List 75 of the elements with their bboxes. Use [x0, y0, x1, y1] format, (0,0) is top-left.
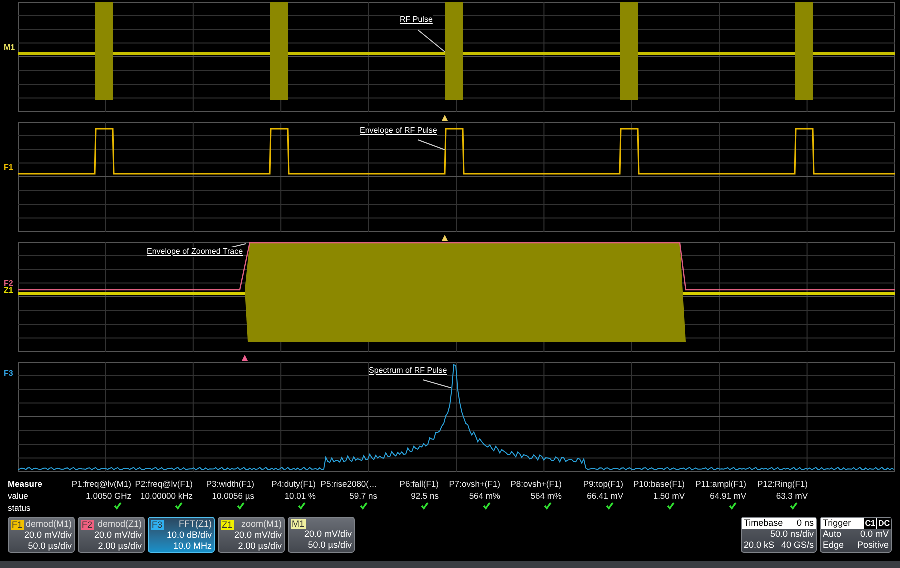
sample-rate: 40 GS/s — [781, 540, 814, 551]
trigger-type: Edge — [823, 540, 844, 551]
descriptor-scale: 10.0 dB/div — [166, 530, 212, 541]
measure-value: 66.41 mV — [586, 490, 624, 502]
measure-value: 1.0050 GHz — [85, 490, 132, 502]
leader-line — [422, 380, 452, 388]
measure-name: P10:base(F1) — [632, 478, 685, 490]
trigger-label: Trigger — [823, 518, 852, 529]
descriptor-title: demod(Z1) — [98, 519, 142, 530]
trace-annotation: Envelope of Zoomed Trace — [147, 247, 244, 257]
descriptor-scale: 20.0 mV/div — [233, 530, 282, 541]
descriptor-title: zoom(M1) — [241, 519, 282, 530]
descriptor-time: 2.00 µs/div — [237, 541, 282, 552]
channel-descriptor[interactable]: F3 FFT(Z1) 10.0 dB/div 10.0 MHz — [148, 517, 215, 553]
descriptor-time: 50.0 µs/div — [27, 541, 72, 552]
measure-row-label: status — [8, 502, 32, 514]
channel-tag: F2 — [81, 520, 94, 530]
timebase-rate: 50.0 ns/div — [769, 529, 815, 540]
trigger-mode: Auto — [823, 529, 842, 540]
trace-annotation: RF Pulse — [400, 15, 433, 25]
measure-name: P5:rise2080(… — [320, 478, 378, 490]
channel-tag: F1 — [11, 520, 24, 530]
channel-descriptor[interactable]: F1 demod(M1) 20.0 mV/div 50.0 µs/div — [8, 517, 75, 553]
measure-name: P6:fall(F1) — [398, 478, 439, 490]
timebase-delay: 0 ns — [796, 518, 814, 529]
trigger-tag: C1 — [864, 518, 876, 529]
descriptor-title: FFT(Z1) — [179, 519, 212, 530]
channel-descriptor[interactable]: F2 demod(Z1) 20.0 mV/div 2.00 µs/div — [78, 517, 145, 553]
measure-row-label: value — [8, 490, 30, 502]
measure-name: P11:ampl(F1) — [694, 478, 746, 490]
channel-descriptor[interactable]: Z1 zoom(M1) 20.0 mV/div 2.00 µs/div — [218, 517, 285, 553]
channel-tag: F3 — [151, 520, 164, 530]
measure-name: P4:duty(F1) — [270, 478, 316, 490]
measure-name: P7:ovsh+(F1) — [448, 478, 500, 490]
timebase-label: Timebase — [744, 518, 784, 529]
measure-value: 564 m% — [468, 490, 500, 502]
channel-label: F1 — [4, 164, 14, 172]
measure-name: P1:freq@lv(M1) — [70, 478, 132, 490]
measure-value: 1.50 mV — [652, 490, 685, 502]
channel-tag: Z1 — [221, 520, 234, 530]
measure-value: 92.5 ns — [410, 490, 439, 502]
measure-name: P3:width(F1) — [205, 478, 254, 490]
channel-descriptor[interactable]: M1 20.0 mV/div 50.0 µs/div — [288, 517, 355, 553]
measure-row-label: Measure — [8, 478, 44, 490]
descriptor-time: 10.0 MHz — [172, 541, 212, 552]
descriptor-time: 50.0 µs/div — [307, 540, 352, 551]
trigger-slope: Positive — [857, 540, 889, 551]
descriptor-title: demod(M1) — [26, 519, 72, 530]
trigger-level: 0.0 mV — [860, 529, 889, 540]
measure-name: P8:ovsh+(F1) — [510, 478, 562, 490]
descriptor-scale: 20.0 mV/div — [93, 530, 142, 541]
measure-value: 564 m% — [530, 490, 562, 502]
measure-value: 64.91 mV — [709, 490, 746, 502]
channel-tag: M1 — [291, 519, 306, 529]
descriptor-time: 2.00 µs/div — [97, 541, 142, 552]
trace-annotation: Spectrum of RF Pulse — [369, 366, 448, 376]
channel-label: F2 — [4, 280, 14, 288]
descriptor-scale: 20.0 mV/div — [23, 530, 72, 541]
leader-line — [418, 140, 446, 150]
channel-label: F3 — [4, 370, 14, 378]
measure-value: 10.01 % — [284, 490, 316, 502]
measure-name: P12:Ring(F1) — [756, 478, 808, 490]
measure-name: P9:top(F1) — [582, 478, 624, 490]
measure-value: 10.00000 kHz — [140, 490, 193, 502]
measure-value: 10.0056 µs — [211, 490, 254, 502]
channel-label: M1 — [4, 44, 16, 52]
trigger-tag: DC — [877, 518, 891, 529]
sample-count: 20.0 kS — [744, 540, 775, 551]
measure-value: 63.3 mV — [775, 490, 808, 502]
channel-label: Z1 — [4, 287, 14, 295]
measure-name: P2:freq@lv(F1) — [134, 478, 193, 490]
leader-line — [418, 30, 446, 52]
trace-annotation: Envelope of RF Pulse — [360, 126, 438, 136]
measure-value: 59.7 ns — [348, 490, 378, 502]
descriptor-scale: 20.0 mV/div — [303, 529, 352, 540]
